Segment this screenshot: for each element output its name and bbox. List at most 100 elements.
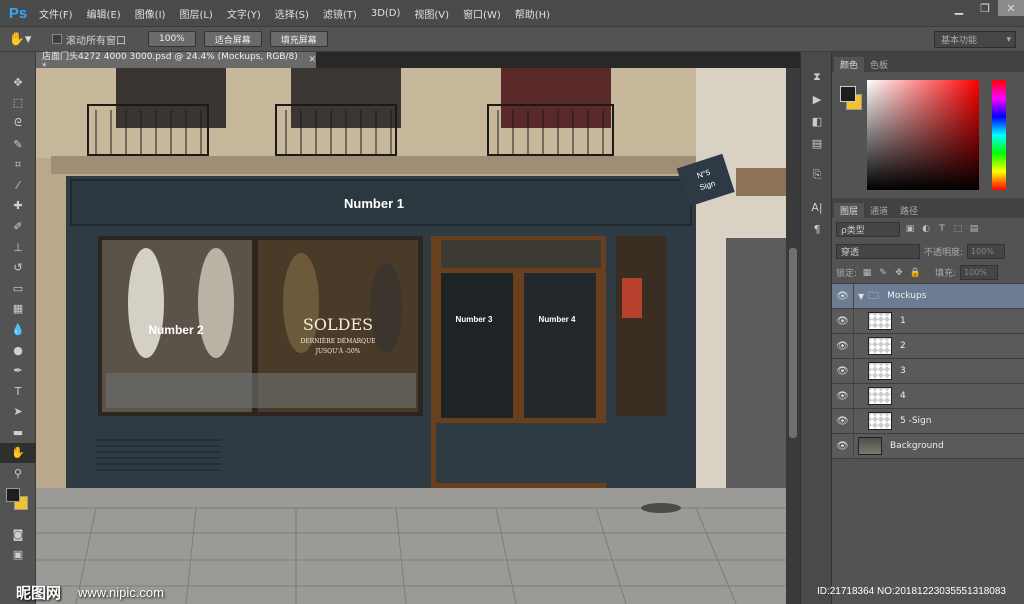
tab-color[interactable]: 颜色 (834, 57, 865, 72)
menu-window[interactable]: 窗口(W) (456, 6, 508, 21)
lock-all-icon[interactable]: 🔒 (909, 267, 921, 279)
layer-thumbnail (868, 337, 892, 355)
hue-slider[interactable] (992, 80, 1006, 190)
character-panel-icon[interactable]: A| (801, 196, 833, 218)
visibility-eye-icon[interactable]: 👁 (832, 433, 854, 459)
layer-thumbnail (858, 437, 882, 455)
lock-pixels-icon[interactable]: ✎ (877, 267, 889, 279)
gradient-tool-icon[interactable]: ▦ (0, 299, 36, 320)
tab-layers[interactable]: 图层 (834, 203, 865, 218)
stamp-tool-icon[interactable]: ⊥ (0, 237, 36, 258)
minimize-icon[interactable]: ▁ (946, 0, 972, 16)
history-brush-tool-icon[interactable]: ↺ (0, 257, 36, 278)
menu-file[interactable]: 文件(F) (32, 6, 80, 21)
vertical-scrollbar-thumb[interactable] (789, 248, 797, 438)
foreground-color-swatch[interactable] (6, 487, 20, 502)
layer-thumbnail (868, 362, 892, 380)
paragraph-panel-icon[interactable]: ¶ (801, 218, 833, 240)
group-expand-icon[interactable]: ▼ (858, 292, 864, 301)
eyedropper-tool-icon[interactable]: ⁄ (0, 175, 36, 196)
fill-screen-button[interactable]: 填充屏幕 (269, 31, 328, 47)
vertical-scrollbar[interactable] (786, 68, 800, 604)
zoom-tool-icon[interactable]: ⚲ (0, 463, 36, 484)
quick-select-tool-icon[interactable]: ✎ (0, 134, 36, 155)
sign-number-1-text: Number 1 (344, 196, 404, 211)
hand-tool-icon[interactable]: ✋ (0, 442, 36, 464)
adjustments-panel-icon[interactable]: ▤ (801, 132, 833, 154)
move-tool-icon[interactable]: ✥ (0, 72, 36, 93)
menu-edit[interactable]: 编辑(E) (80, 6, 128, 21)
history-panel-icon[interactable]: ⧗ (801, 66, 833, 88)
visibility-eye-icon[interactable]: 👁 (832, 383, 854, 409)
close-icon[interactable]: ✕ (998, 0, 1024, 16)
menu-layer[interactable]: 图层(L) (172, 6, 219, 21)
layer-name: 5 -Sign (900, 416, 932, 426)
visibility-eye-icon[interactable]: 👁 (832, 333, 854, 359)
menu-type[interactable]: 文字(Y) (220, 6, 268, 21)
menu-filter[interactable]: 滤镜(T) (316, 6, 364, 21)
filter-adjustment-icon[interactable]: ◐ (920, 223, 932, 235)
color-picker-field[interactable] (867, 80, 979, 190)
eraser-tool-icon[interactable]: ▭ (0, 278, 36, 299)
lock-transparent-icon[interactable]: ▦ (861, 267, 873, 279)
door-transom (441, 240, 601, 268)
type-tool-icon[interactable]: T (0, 381, 36, 402)
color-swatches (0, 484, 35, 524)
fit-screen-button[interactable]: 适合屏幕 (203, 31, 262, 47)
properties-panel-icon[interactable]: ◧ (801, 110, 833, 132)
hand-tool-preset-icon[interactable]: ✋▾ (0, 28, 40, 50)
layer-filter-select[interactable]: ρ类型 (836, 221, 900, 237)
visibility-eye-icon[interactable]: 👁 (832, 308, 854, 334)
lasso-tool-icon[interactable]: ᘓ (0, 113, 36, 134)
close-document-icon[interactable]: ✕ (308, 55, 316, 65)
tab-swatches[interactable]: 色板 (864, 57, 894, 72)
visibility-eye-icon[interactable]: 👁 (832, 283, 854, 309)
tab-paths[interactable]: 路径 (894, 203, 924, 218)
filter-pixel-icon[interactable]: ▣ (904, 223, 916, 235)
brush-tool-icon[interactable]: ✐ (0, 216, 36, 237)
layer-row-4[interactable]: 👁 4 (832, 383, 1024, 409)
layer-row-1[interactable]: 👁 1 (832, 308, 1024, 334)
pen-tool-icon[interactable]: ✒ (0, 360, 36, 381)
menu-3d[interactable]: 3D(D) (364, 8, 408, 19)
scroll-all-windows-checkbox[interactable] (52, 34, 62, 44)
visibility-eye-icon[interactable]: 👁 (832, 358, 854, 384)
layer-row-5-sign[interactable]: 👁 5 -Sign (832, 408, 1024, 434)
document-tab[interactable]: 店面门头4272 4000 3000.psd @ 24.4% (Mockups,… (36, 52, 316, 72)
workspace-select[interactable]: 基本功能 ▾ (934, 31, 1016, 48)
layer-row-2[interactable]: 👁 2 (832, 333, 1024, 359)
marquee-tool-icon[interactable]: ⬚ (0, 93, 36, 114)
zoom-100-button[interactable]: 100% (148, 31, 196, 47)
shape-tool-icon[interactable]: ▬ (0, 422, 36, 443)
filter-type-icon[interactable]: T (936, 223, 948, 235)
visibility-eye-icon[interactable]: 👁 (832, 408, 854, 434)
healing-brush-tool-icon[interactable]: ✚ (0, 196, 36, 217)
dodge-tool-icon[interactable]: ● (0, 340, 36, 361)
menu-image[interactable]: 图像(I) (128, 6, 173, 21)
restore-icon[interactable]: ❐ (972, 0, 998, 16)
path-select-tool-icon[interactable]: ➤ (0, 402, 36, 423)
clone-source-panel-icon[interactable]: ⎘ (801, 164, 833, 186)
quick-mask-icon[interactable]: ◙ (0, 524, 36, 545)
menu-select[interactable]: 选择(S) (268, 6, 316, 21)
lock-row: 锁定: ▦ ✎ ✥ 🔒 填充: 100% (832, 262, 1024, 284)
blend-mode-select[interactable]: 穿透 (836, 243, 920, 259)
actions-panel-icon[interactable]: ▶ (801, 88, 833, 110)
tab-channels[interactable]: 通道 (864, 203, 894, 218)
layer-row-mockups[interactable]: 👁 ▼ 🗀 Mockups (832, 283, 1024, 309)
crop-tool-icon[interactable]: ⌗ (0, 154, 36, 175)
menu-help[interactable]: 帮助(H) (508, 6, 557, 21)
opacity-input[interactable]: 100% (967, 243, 1006, 259)
layer-row-3[interactable]: 👁 3 (832, 358, 1024, 384)
filter-smart-object-icon[interactable]: ▤ (968, 223, 980, 235)
scroll-all-windows-option[interactable]: 滚动所有窗口 (52, 32, 126, 47)
filter-shape-icon[interactable]: ⬚ (952, 223, 964, 235)
lock-position-icon[interactable]: ✥ (893, 267, 905, 279)
canvas[interactable]: N°5 Sign Number 1 Number 2 Number 3 Numb… (36, 68, 786, 604)
screen-mode-icon[interactable]: ▣ (0, 544, 36, 565)
blur-tool-icon[interactable]: 💧 (0, 319, 36, 340)
menu-view[interactable]: 视图(V) (407, 6, 456, 21)
layer-row-background[interactable]: 👁 Background (832, 433, 1024, 459)
fill-input[interactable]: 100% (960, 265, 999, 280)
color-panel-foreground-swatch[interactable] (840, 86, 856, 102)
